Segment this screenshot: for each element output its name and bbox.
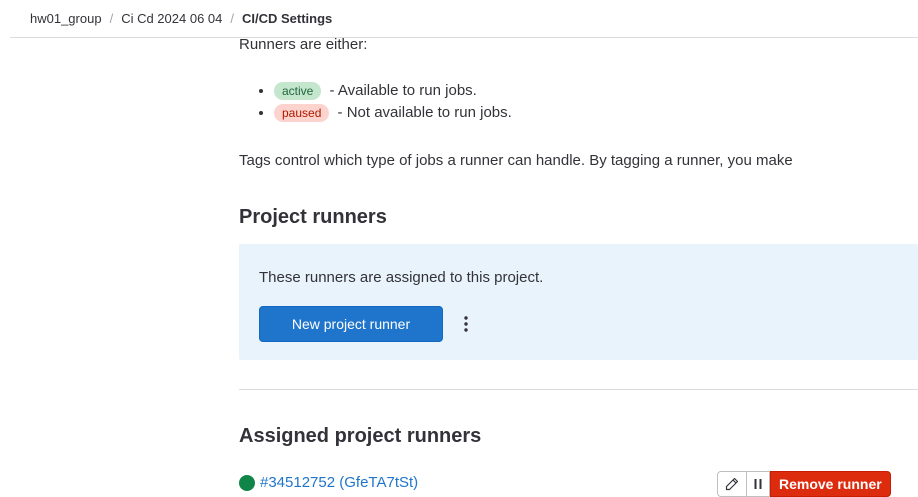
pause-runner-button[interactable] <box>747 471 770 497</box>
runners-intro-text: Runners are either: <box>239 36 368 53</box>
breadcrumb-separator: / <box>230 11 234 26</box>
vertical-ellipsis-icon-glyph <box>464 316 468 332</box>
remove-runner-button[interactable]: Remove runner <box>770 471 891 497</box>
project-runners-panel: These runners are assigned to this proje… <box>239 244 918 360</box>
new-project-runner-button[interactable]: New project runner <box>259 306 443 342</box>
project-runners-heading: Project runners <box>239 206 387 228</box>
runner-status-list: active - Available to run jobs. paused -… <box>239 80 512 124</box>
vertical-ellipsis-icon[interactable] <box>458 306 474 342</box>
runner-actions: Remove runner <box>717 471 891 497</box>
pencil-icon <box>725 477 739 491</box>
edit-runner-button[interactable] <box>717 471 747 497</box>
runner-row: #34512752 (GfeTA7tSt) <box>239 474 418 491</box>
section-divider <box>239 389 918 390</box>
header-divider <box>10 37 918 38</box>
project-runners-info: These runners are assigned to this proje… <box>259 269 544 286</box>
pause-icon <box>754 479 762 489</box>
tags-description: Tags control which type of jobs a runner… <box>239 152 793 169</box>
breadcrumb-item-project[interactable]: Ci Cd 2024 06 04 <box>121 11 222 26</box>
paused-description: - Not available to run jobs. <box>337 104 512 121</box>
breadcrumb-bar: hw01_group / Ci Cd 2024 06 04 / CI/CD Settin… <box>0 0 918 37</box>
breadcrumb: hw01_group / Ci Cd 2024 06 04 / CI/CD Settin… <box>30 11 332 26</box>
runner-online-status-icon <box>239 474 255 491</box>
breadcrumb-item-group[interactable]: hw01_group <box>30 11 102 26</box>
active-description: - Available to run jobs. <box>329 82 477 99</box>
breadcrumb-separator: / <box>109 11 114 26</box>
assigned-runners-heading: Assigned project runners <box>239 425 482 447</box>
paused-badge: paused <box>274 104 330 122</box>
active-badge: active <box>274 82 322 100</box>
list-item-paused: paused - Not available to run jobs. <box>274 102 512 124</box>
list-item-active: active - Available to run jobs. <box>274 80 512 102</box>
runner-link[interactable]: #34512752 (GfeTA7tSt) <box>260 474 418 491</box>
breadcrumb-item-current[interactable]: CI/CD Settings <box>242 11 332 26</box>
